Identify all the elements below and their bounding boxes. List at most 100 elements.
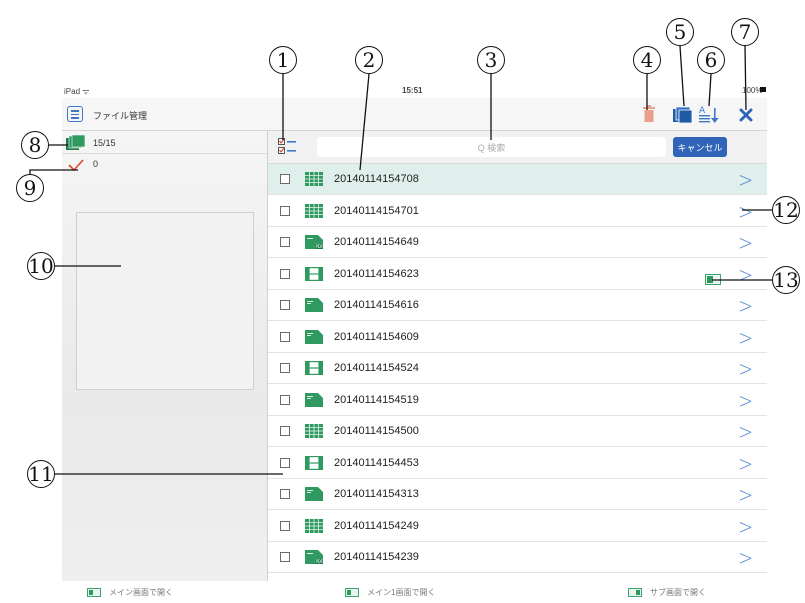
open-main1-label: メイン1画面で開く bbox=[367, 588, 436, 597]
row-checkbox[interactable] bbox=[280, 331, 290, 342]
file-name: 20140114154519 bbox=[334, 393, 419, 406]
row-checkbox[interactable] bbox=[280, 426, 290, 436]
file-row[interactable]: PDF 20140114154649 > bbox=[268, 227, 767, 258]
file-name: 20140114154239 bbox=[334, 551, 419, 563]
svg-text:A: A bbox=[699, 106, 706, 116]
open-main1-icon bbox=[345, 588, 359, 597]
file-row[interactable]: 20140114154609 > bbox=[268, 322, 767, 353]
file-group-icon[interactable] bbox=[673, 107, 693, 123]
file-row[interactable]: 20140114154616 > bbox=[268, 290, 767, 321]
file-name: 20140114154708 bbox=[334, 173, 419, 185]
row-checkbox[interactable] bbox=[280, 457, 290, 468]
search-input[interactable]: Q 検索 bbox=[317, 137, 666, 157]
clock: 15:51 bbox=[402, 86, 423, 95]
select-all-icon[interactable] bbox=[278, 138, 298, 156]
open-main-button[interactable]: メイン画面で開く bbox=[87, 587, 173, 598]
file-name: 20140114154623 bbox=[334, 267, 419, 280]
open-in-main-indicator bbox=[705, 274, 721, 285]
sort-icon[interactable]: A bbox=[698, 105, 720, 125]
callout-9: 9 bbox=[16, 174, 44, 202]
chevron-right-icon[interactable]: > bbox=[738, 546, 753, 571]
chevron-right-icon[interactable]: > bbox=[738, 420, 753, 445]
chevron-right-icon[interactable]: > bbox=[738, 168, 753, 193]
chevron-right-icon[interactable]: > bbox=[738, 357, 753, 382]
row-checkbox[interactable] bbox=[280, 394, 290, 405]
bottom-bar: メイン画面で開く メイン1画面で開く サブ画面で開く bbox=[62, 583, 767, 603]
left-pane: 15/15 0 bbox=[62, 131, 268, 581]
file-row[interactable]: 20140114154453 > bbox=[268, 448, 767, 479]
open-sub-button[interactable]: サブ画面で開く bbox=[628, 587, 706, 598]
row-checkbox[interactable] bbox=[280, 489, 290, 499]
chevron-right-icon[interactable]: > bbox=[738, 388, 753, 413]
open-main-icon bbox=[87, 588, 101, 597]
checked-count: 0 bbox=[93, 159, 99, 169]
file-row[interactable]: 20140114154708 > bbox=[268, 164, 767, 195]
file-row[interactable]: 20140114154623 > bbox=[268, 259, 767, 290]
callout-13: 13 bbox=[772, 266, 800, 294]
open-sub-label: サブ画面で開く bbox=[650, 588, 706, 597]
callout-4: 4 bbox=[633, 46, 661, 74]
file-count: 15/15 bbox=[93, 138, 116, 148]
file-list-pane: Q 検索 キャンセル 20140114154708 >20140114154701… bbox=[268, 131, 767, 581]
menu-icon[interactable] bbox=[67, 106, 83, 122]
file-name: 20140114154609 bbox=[334, 330, 419, 343]
chevron-right-icon[interactable]: > bbox=[738, 451, 753, 476]
callout-12: 12 bbox=[772, 196, 800, 224]
open-sub-icon bbox=[628, 588, 642, 597]
svg-text:PDF: PDF bbox=[316, 559, 324, 564]
nav-bar: ファイル管理 A bbox=[62, 98, 767, 131]
check-icon bbox=[68, 159, 84, 171]
open-main1-button[interactable]: メイン1画面で開く bbox=[345, 587, 435, 598]
cancel-button[interactable]: キャンセル bbox=[673, 137, 727, 157]
chevron-right-icon[interactable]: > bbox=[738, 483, 753, 508]
row-checkbox[interactable] bbox=[280, 300, 290, 310]
file-name: 20140114154500 bbox=[334, 425, 419, 437]
callout-8: 8 bbox=[21, 131, 49, 159]
device-label: iPad ᯤ bbox=[64, 87, 90, 96]
row-checkbox[interactable] bbox=[280, 268, 290, 279]
row-checkbox[interactable] bbox=[280, 237, 290, 247]
chevron-right-icon[interactable]: > bbox=[738, 199, 753, 224]
callout-10: 10 bbox=[27, 252, 55, 280]
callout-1: 1 bbox=[269, 46, 297, 74]
file-row[interactable]: 20140114154313 > bbox=[268, 479, 767, 510]
close-icon[interactable] bbox=[739, 108, 753, 122]
file-row[interactable]: 20140114154519 > bbox=[268, 385, 767, 416]
callout-7: 7 bbox=[731, 18, 759, 46]
callout-11: 11 bbox=[27, 460, 55, 488]
row-checkbox[interactable] bbox=[280, 363, 290, 373]
checked-row: 0 bbox=[62, 154, 267, 176]
status-bar: iPad ᯤ 15:51 100% bbox=[62, 82, 767, 98]
file-name: 20140114154313 bbox=[334, 488, 419, 500]
callout-5: 5 bbox=[666, 18, 694, 46]
file-name: 20140114154649 bbox=[334, 236, 419, 248]
svg-text:PDF: PDF bbox=[316, 244, 324, 249]
trash-icon[interactable] bbox=[642, 105, 656, 123]
nav-title: ファイル管理 bbox=[93, 111, 148, 121]
file-name: 20140114154524 bbox=[334, 362, 419, 374]
file-name: 20140114154701 bbox=[334, 204, 419, 217]
row-checkbox[interactable] bbox=[280, 205, 290, 216]
chevron-right-icon[interactable]: > bbox=[738, 294, 753, 319]
chevron-right-icon[interactable]: > bbox=[738, 325, 753, 350]
chevron-right-icon[interactable]: > bbox=[738, 262, 753, 287]
preview-panel bbox=[76, 212, 254, 390]
callout-2: 2 bbox=[355, 46, 383, 74]
file-row[interactable]: 20140114154249 > bbox=[268, 511, 767, 542]
battery-icon bbox=[760, 87, 766, 92]
file-row[interactable]: 20140114154500 > bbox=[268, 416, 767, 447]
callout-6: 6 bbox=[697, 46, 725, 74]
row-checkbox[interactable] bbox=[280, 174, 290, 184]
search-bar: Q 検索 キャンセル bbox=[268, 131, 767, 164]
file-row[interactable]: PDF 20140114154239 > bbox=[268, 542, 767, 573]
row-checkbox[interactable] bbox=[280, 520, 290, 531]
file-name: 20140114154249 bbox=[334, 519, 419, 532]
row-checkbox[interactable] bbox=[280, 552, 290, 562]
files-count-icon bbox=[66, 135, 86, 150]
open-main-label: メイン画面で開く bbox=[109, 588, 173, 597]
chevron-right-icon[interactable]: > bbox=[738, 514, 753, 539]
file-name: 20140114154616 bbox=[334, 299, 419, 311]
file-row[interactable]: 20140114154524 > bbox=[268, 353, 767, 384]
file-row[interactable]: 20140114154701 > bbox=[268, 196, 767, 227]
chevron-right-icon[interactable]: > bbox=[738, 231, 753, 256]
